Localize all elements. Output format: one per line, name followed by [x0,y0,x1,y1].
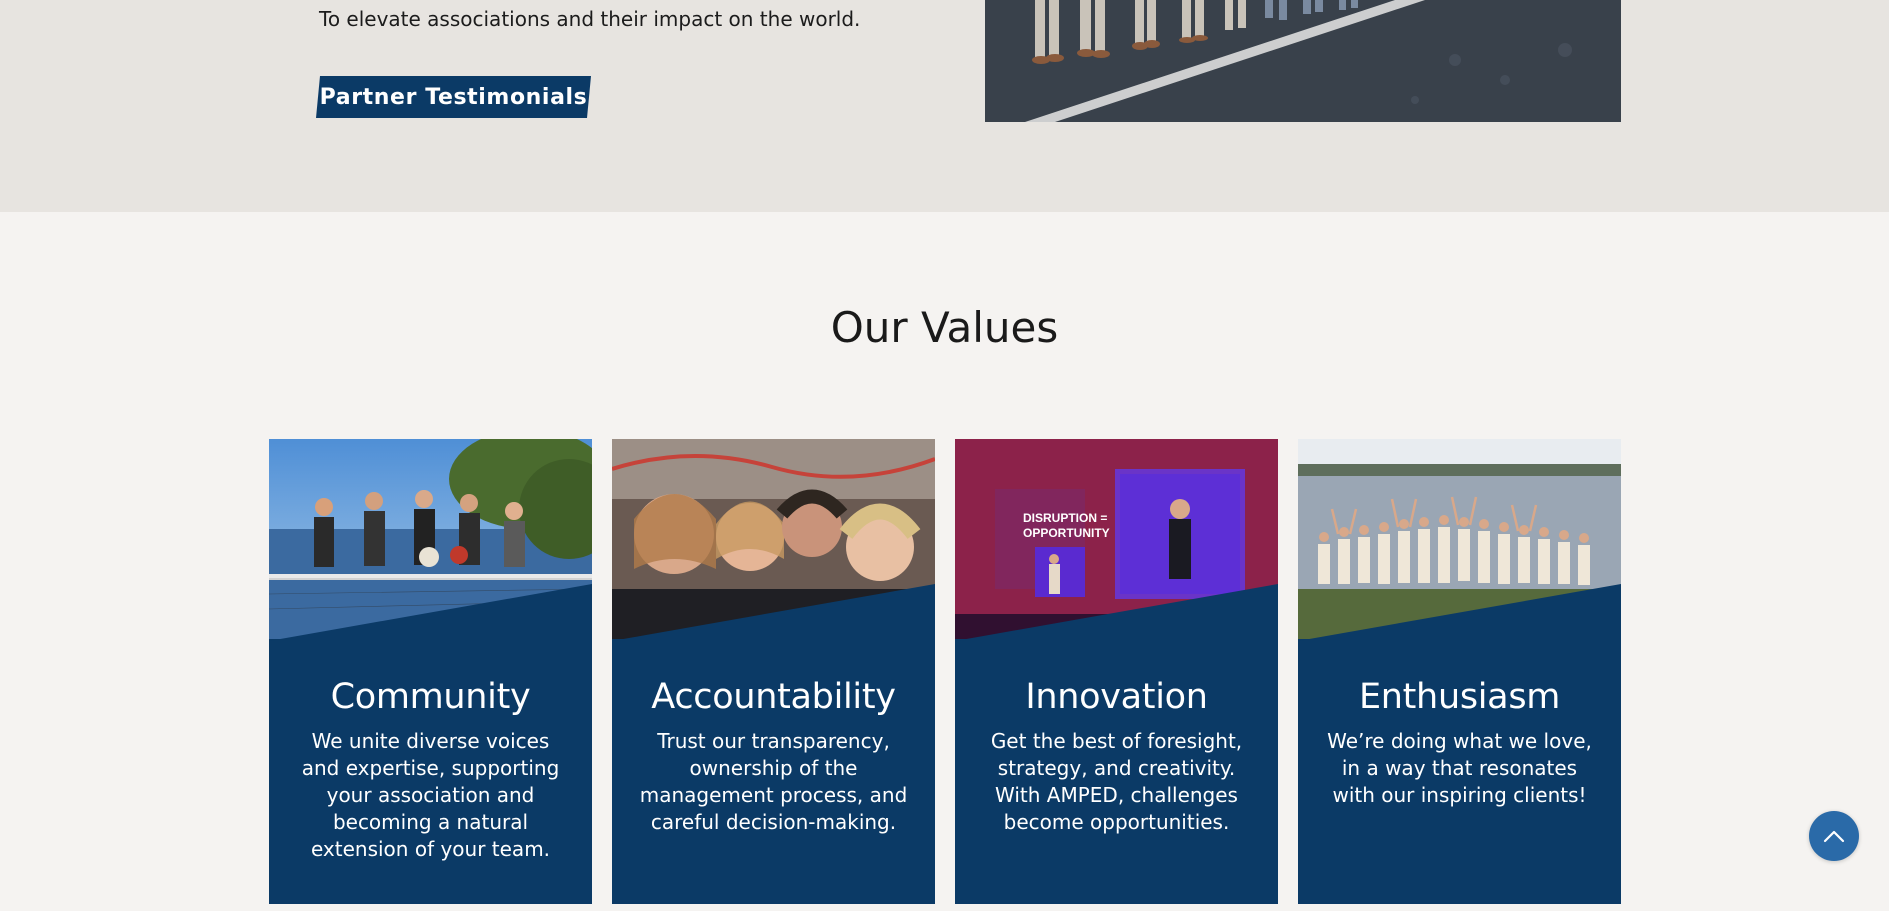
card-title: Accountability [651,677,896,717]
mission-section: To elevate associations and their impact… [0,0,1889,212]
mission-statement: To elevate associations and their impact… [319,7,861,31]
value-card-community: Community We unite diverse voices and ex… [269,439,592,904]
value-card-innovation: DISRUPTION = OPPORTUNITY Innovation Get … [955,439,1278,904]
card-description: We unite diverse voices and expertise, s… [301,729,560,861]
card-title: Innovation [1025,677,1208,717]
card-description: Trust our transparency, ownership of the… [639,729,908,834]
scroll-to-top-button[interactable] [1809,811,1859,861]
card-title: Enthusiasm [1358,677,1561,717]
value-card-enthusiasm: Enthusiasm We’re doing what we love, in … [1298,439,1621,904]
chevron-up-icon [1823,830,1845,843]
value-card-accountability: Accountability Trust our transparency, o… [612,439,935,904]
values-heading: Our Values [830,303,1059,352]
card-description: Get the best of foresight, strategy, and… [990,729,1243,834]
card-description: We’re doing what we love, in a way that … [1327,729,1592,807]
partner-testimonials-button[interactable]: Partner Testimonials [316,76,591,118]
card-title: Community [330,677,531,717]
team-group-photo [985,0,1621,122]
